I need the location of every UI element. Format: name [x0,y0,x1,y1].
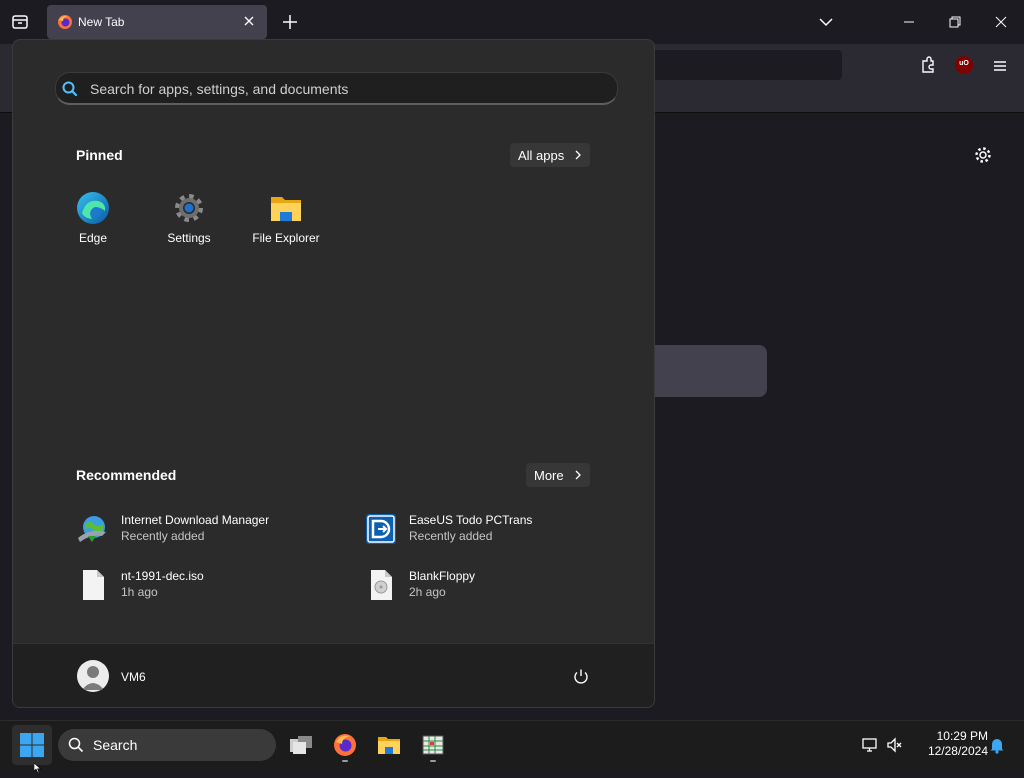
taskbar: Search 10:29 PM 12/28/2024 [0,720,1024,769]
recommended-item-name: EaseUS Todo PCTrans [409,513,533,527]
recommended-item-idm[interactable]: Internet Download Manager Recently added [76,510,336,550]
clock-time: 10:29 PM [936,729,988,743]
windows-logo-icon [20,733,44,757]
recommended-item-easeus[interactable]: EaseUS Todo PCTrans Recently added [364,510,624,550]
mouse-cursor-icon [33,760,42,774]
firefox-icon [334,734,356,756]
more-button[interactable]: More [526,463,590,487]
spreadsheet-app-icon [422,735,444,755]
user-avatar[interactable] [77,660,109,692]
recommended-item-name: Internet Download Manager [121,513,270,527]
close-window-icon[interactable] [989,10,1013,34]
recommended-item-sub: Recently added [121,529,205,543]
task-view-button[interactable] [283,727,319,763]
recommended-item-sub: 1h ago [121,585,158,599]
volume-muted-icon[interactable] [886,736,904,754]
recommended-item-name: BlankFloppy [409,569,476,583]
start-button[interactable] [12,725,52,765]
extensions-puzzle-icon[interactable] [918,55,938,75]
taskbar-search-label: Search [93,737,138,753]
start-menu-footer: VM6 [13,643,654,707]
tab-list-icon[interactable] [8,10,32,34]
tab-new-tab[interactable]: New Tab [47,5,267,39]
chevron-right-icon [572,469,584,481]
recommended-title: Recommended [76,467,177,483]
recommended-item-sub: 2h ago [409,585,446,599]
start-search-box[interactable] [55,72,618,105]
restore-icon[interactable] [943,10,967,34]
close-tab-icon[interactable] [241,13,257,29]
taskbar-file-explorer-button[interactable] [371,727,407,763]
settings-gear-icon [172,191,206,225]
taskbar-spreadsheet-button[interactable] [415,727,451,763]
more-label: More [534,468,564,483]
recommended-item-blankfloppy[interactable]: BlankFloppy 2h ago [364,566,624,606]
search-icon [61,80,79,98]
clock-date: 12/28/2024 [927,744,988,758]
firefox-icon [57,14,73,30]
taskbar-search-box[interactable]: Search [58,729,276,761]
tab-title: New Tab [78,15,125,29]
easeus-pctrans-icon [364,512,398,546]
pinned-app-name: Settings [167,231,211,245]
all-apps-button[interactable]: All apps [510,143,590,167]
network-display-icon[interactable] [861,736,879,754]
new-tab-plus-icon[interactable] [279,11,301,33]
user-name[interactable]: VM6 [121,670,146,684]
recommended-item-name: nt-1991-dec.iso [121,569,204,583]
search-icon [68,737,84,753]
pinned-app-settings[interactable]: Settings [144,191,234,263]
all-apps-label: All apps [518,148,565,163]
chevron-right-icon [572,149,584,161]
pinned-app-edge[interactable]: Edge [48,191,138,263]
notification-bell-icon[interactable] [988,736,1006,754]
pinned-app-name: File Explorer [252,231,320,245]
folder-icon [269,191,303,225]
page-settings-gear-icon[interactable] [973,145,993,165]
pinned-title: Pinned [76,147,123,163]
edge-icon [76,191,110,225]
ublock-label: uO [959,60,969,67]
start-search-input[interactable] [88,77,592,101]
power-icon[interactable] [571,667,591,687]
running-indicator [342,760,348,762]
disc-file-icon [364,568,398,602]
taskbar-firefox-button[interactable] [327,727,363,763]
chevron-down-icon[interactable] [816,12,836,32]
minimize-icon[interactable] [897,10,921,34]
running-indicator [430,760,436,762]
file-explorer-icon [378,737,400,754]
start-menu: Pinned All apps Edge Settings [12,39,655,708]
task-view-icon [290,736,312,754]
pinned-app-name: Edge [78,231,108,245]
recommended-item-iso[interactable]: nt-1991-dec.iso 1h ago [76,566,336,606]
file-icon [76,568,110,602]
ublock-origin-icon[interactable]: uO [955,56,973,74]
hamburger-menu-icon[interactable] [990,56,1010,76]
idm-globe-icon [76,512,110,546]
taskbar-clock[interactable]: 10:29 PM 12/28/2024 [912,729,988,759]
browser-tab-bar: New Tab [0,0,1024,44]
recommended-item-sub: Recently added [409,529,493,543]
pinned-app-file-explorer[interactable]: File Explorer [241,191,331,263]
